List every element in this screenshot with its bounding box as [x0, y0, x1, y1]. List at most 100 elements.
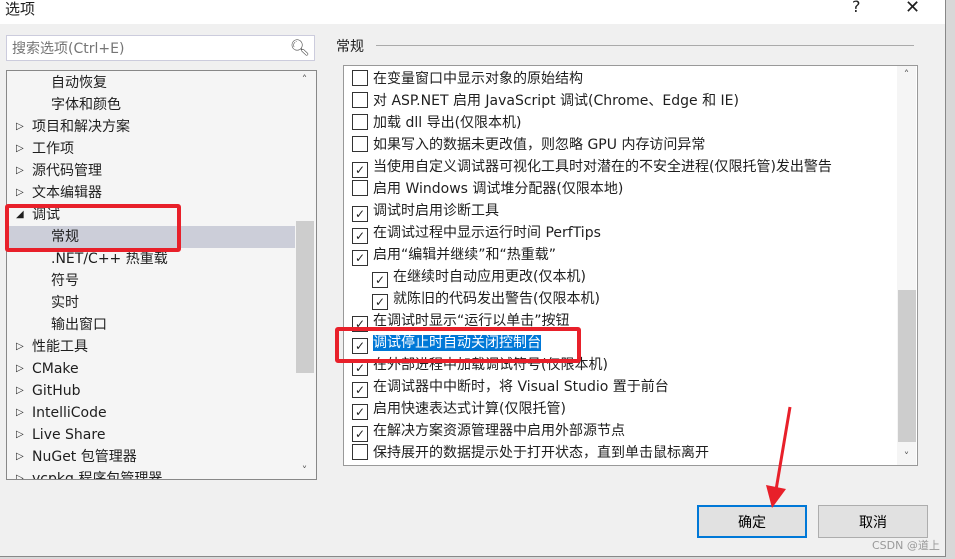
tree-item-label: 调试	[32, 207, 60, 223]
option-row[interactable]: 在变量窗口中显示对象的原始结构	[352, 68, 583, 90]
option-label: 在变量窗口中显示对象的原始结构	[373, 71, 583, 87]
tree-item-label: 自动恢复	[51, 75, 107, 91]
checkbox[interactable]: ✓	[352, 338, 368, 354]
option-row[interactable]: ✓ 调试停止时自动关闭控制台	[352, 332, 541, 354]
dialog-title: 选项	[5, 0, 36, 18]
checkbox[interactable]	[352, 444, 368, 460]
tree-item-label: 输出窗口	[51, 317, 107, 333]
checkbox[interactable]: ✓	[352, 228, 368, 244]
collapsed-arrow-icon[interactable]: ▷	[16, 380, 24, 402]
option-row[interactable]: ✓ 在调试时显示“运行以单击”按钮	[352, 310, 570, 332]
checkbox[interactable]	[352, 136, 368, 152]
checkbox[interactable]: ✓	[352, 382, 368, 398]
tree-item[interactable]: ▷ 项目和解决方案	[7, 116, 295, 138]
tree-item[interactable]: 符号	[7, 270, 295, 292]
tree-item[interactable]: ▷ GitHub	[7, 380, 295, 402]
close-button[interactable]: ✕	[905, 0, 920, 18]
help-button[interactable]: ?	[852, 0, 861, 16]
tree-item[interactable]: ▷ 工作项	[7, 138, 295, 160]
checkbox[interactable]: ✓	[352, 360, 368, 376]
collapsed-arrow-icon[interactable]: ▷	[16, 182, 24, 204]
collapsed-arrow-icon[interactable]: ▷	[16, 160, 24, 182]
divider	[376, 45, 914, 46]
tree-item[interactable]: ▷ IntelliCode	[7, 402, 295, 424]
checkbox[interactable]: ✓	[352, 426, 368, 442]
tree-item[interactable]: ▷ CMake	[7, 358, 295, 380]
collapsed-arrow-icon[interactable]: ▷	[16, 402, 24, 424]
tree-item[interactable]: 常规	[7, 226, 295, 248]
tree-item[interactable]: 字体和颜色	[7, 94, 295, 116]
checkbox[interactable]: ✓	[352, 316, 368, 332]
tree-item[interactable]: ▷ 性能工具	[7, 336, 295, 358]
scroll-down-icon[interactable]: ˅	[897, 450, 916, 463]
scroll-thumb[interactable]	[296, 221, 314, 373]
tree-item[interactable]: 实时	[7, 292, 295, 314]
option-row[interactable]: 启用 Windows 调试堆分配器(仅限本地)	[352, 178, 623, 200]
option-row[interactable]: 如果写入的数据未更改值，则忽略 GPU 内存访问异常	[352, 134, 705, 156]
tree-item[interactable]: .NET/C++ 热重载	[7, 248, 295, 270]
expanded-arrow-icon[interactable]: ◢	[16, 204, 24, 226]
option-row[interactable]: ✓ 在继续时自动应用更改(仅本机)	[372, 266, 586, 288]
option-row[interactable]: ✓ 启用“编辑并继续”和“热重载”	[352, 244, 556, 266]
tree-item-label: Live Share	[32, 427, 106, 443]
tree-item-label: vcpkg 程序包管理器	[32, 471, 163, 480]
checkbox[interactable]: ✓	[372, 294, 388, 310]
option-row[interactable]: ✓ 在解决方案资源管理器中启用外部源节点	[352, 420, 625, 442]
checkbox[interactable]: ✓	[352, 404, 368, 420]
collapsed-arrow-icon[interactable]: ▷	[16, 336, 24, 358]
checkbox[interactable]: ✓	[372, 272, 388, 288]
option-row[interactable]: ✓ 在调试过程中显示运行时间 PerfTips	[352, 222, 601, 244]
collapsed-arrow-icon[interactable]: ▷	[16, 138, 24, 160]
option-row[interactable]: ✓ 当使用自定义调试器可视化工具时对潜在的不安全进程(仅限托管)发出警告	[352, 156, 832, 178]
tree-item-label: NuGet 包管理器	[32, 449, 137, 465]
tree-item-label: 文本编辑器	[32, 185, 102, 201]
option-row[interactable]: 对 ASP.NET 启用 JavaScript 调试(Chrome、Edge 和…	[352, 90, 739, 112]
cancel-button[interactable]: 取消	[818, 505, 928, 538]
checkbox[interactable]	[352, 180, 368, 196]
checkbox[interactable]	[352, 114, 368, 130]
collapsed-arrow-icon[interactable]: ▷	[16, 358, 24, 380]
tree-item[interactable]: ▷ NuGet 包管理器	[7, 446, 295, 468]
scroll-down-icon[interactable]: ˅	[295, 464, 314, 477]
option-row[interactable]: ✓ 就陈旧的代码发出警告(仅限本机)	[372, 288, 600, 310]
tree-item[interactable]: ◢ 调试	[7, 204, 295, 226]
tree-item[interactable]: ▷ 源代码管理	[7, 160, 295, 182]
option-row[interactable]: ✓ 在外部进程中加载调试符号(仅限本机)	[352, 354, 608, 376]
checkbox[interactable]: ✓	[352, 250, 368, 266]
list-scrollbar[interactable]: ˄ ˅	[897, 66, 916, 465]
option-label: 对 ASP.NET 启用 JavaScript 调试(Chrome、Edge 和…	[373, 93, 739, 109]
option-row[interactable]: ✓ 启用快速表达式计算(仅限托管)	[352, 398, 566, 420]
tree-scrollbar[interactable]: ˄ ˅	[295, 71, 314, 479]
tree-item[interactable]: 自动恢复	[7, 72, 295, 94]
option-label: 保持展开的数据提示处于打开状态，直到单击鼠标离开	[373, 445, 709, 461]
option-row[interactable]: ✓ 调试时启用诊断工具	[352, 200, 499, 222]
tree-item-label: 性能工具	[32, 339, 88, 355]
search-box[interactable]: 🔍︎	[6, 35, 315, 62]
option-label: 启用 Windows 调试堆分配器(仅限本地)	[373, 181, 624, 197]
option-row[interactable]: ✓ 在调试器中中断时，将 Visual Studio 置于前台	[352, 376, 669, 398]
scroll-up-icon[interactable]: ˄	[295, 73, 314, 86]
tree-item-label: 工作项	[32, 141, 74, 157]
search-icon[interactable]: 🔍︎	[290, 38, 310, 57]
option-label: 启用“编辑并继续”和“热重载”	[373, 247, 557, 263]
checkbox[interactable]: ✓	[352, 206, 368, 222]
checkbox[interactable]	[352, 70, 368, 86]
collapsed-arrow-icon[interactable]: ▷	[16, 424, 24, 446]
options-list: ˄ ˅ 在变量窗口中显示对象的原始结构对 ASP.NET 启用 JavaScri…	[343, 65, 918, 466]
collapsed-arrow-icon[interactable]: ▷	[16, 468, 24, 479]
tree-item-label: 字体和颜色	[51, 97, 121, 113]
tree-item[interactable]: 输出窗口	[7, 314, 295, 336]
tree-item[interactable]: ▷ 文本编辑器	[7, 182, 295, 204]
collapsed-arrow-icon[interactable]: ▷	[16, 116, 24, 138]
option-label: 在外部进程中加载调试符号(仅限本机)	[373, 357, 608, 373]
option-row[interactable]: 加载 dll 导出(仅限本机)	[352, 112, 522, 134]
tree-item[interactable]: ▷ vcpkg 程序包管理器	[7, 468, 295, 480]
option-row[interactable]: 保持展开的数据提示处于打开状态，直到单击鼠标离开	[352, 442, 709, 464]
scroll-thumb[interactable]	[898, 290, 916, 442]
checkbox[interactable]	[352, 92, 368, 108]
tree-item[interactable]: ▷ Live Share	[7, 424, 295, 446]
collapsed-arrow-icon[interactable]: ▷	[16, 446, 24, 468]
scroll-up-icon[interactable]: ˄	[897, 68, 916, 81]
checkbox[interactable]: ✓	[352, 162, 368, 178]
search-input[interactable]	[7, 36, 284, 62]
